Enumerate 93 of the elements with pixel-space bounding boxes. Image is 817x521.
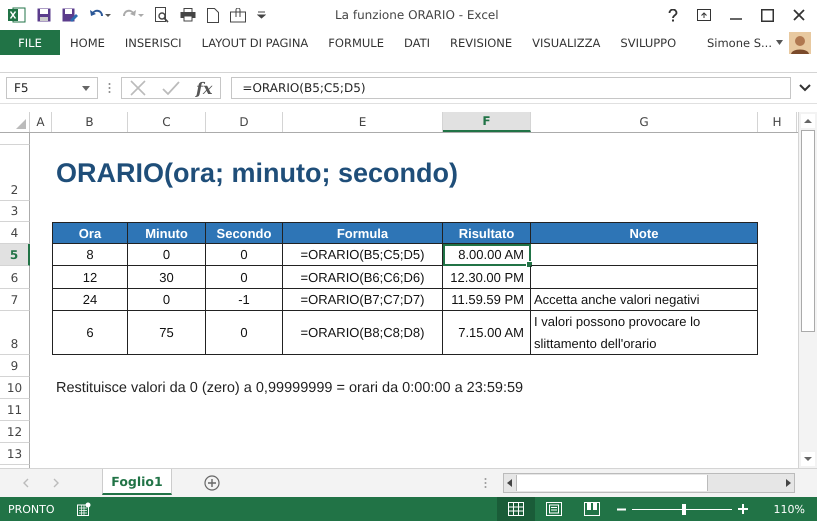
ribbon-tab[interactable]: FORMULE (318, 30, 394, 55)
more-icon (108, 82, 111, 94)
sheet-heading: ORARIO(ora; minuto; secondo) (55, 158, 458, 188)
attach-icon[interactable] (230, 8, 246, 22)
save-as-icon[interactable] (62, 8, 78, 22)
table-cell: 24 (52, 289, 128, 311)
table-header-cell: Note (531, 222, 758, 244)
table-header-cell: Ora (52, 222, 128, 244)
window-title: La funzione ORARIO - Excel (335, 8, 499, 22)
ribbon-tab[interactable]: DATI (394, 30, 440, 55)
more-icon (484, 477, 487, 489)
table-cell: I valori possono provocare lo slittamento dell'orario (531, 311, 758, 355)
normal-view-icon[interactable] (496, 497, 535, 521)
column-header[interactable]: C (128, 112, 206, 132)
table-header-cell: Minuto (128, 222, 206, 244)
maximize-icon[interactable] (761, 8, 774, 22)
table-cell: 30 (128, 266, 206, 289)
ribbon-tab[interactable]: SVILUPPO (610, 30, 686, 55)
table-cell: 0 (128, 289, 206, 311)
file-tab[interactable]: FILE (0, 30, 60, 55)
table-cell: 12 (52, 266, 128, 289)
close-icon[interactable] (793, 9, 805, 21)
table-cell: 0 (206, 266, 283, 289)
customize-dropdown-icon[interactable] (257, 11, 266, 19)
excel-logo-icon (8, 7, 26, 23)
column-header[interactable]: F (443, 112, 531, 132)
row-header[interactable]: 9 (0, 355, 30, 377)
column-header[interactable]: A (30, 112, 52, 132)
table-cell: =ORARIO(B7;C7;D7) (283, 289, 443, 311)
table-cell: Accetta anche valori negativi (531, 289, 758, 311)
column-header[interactable]: B (52, 112, 128, 132)
table-cell: 0 (206, 311, 283, 355)
insert-function-button[interactable]: fx (196, 78, 212, 98)
table-cell: 0 (206, 244, 283, 266)
ribbon-tab[interactable]: LAYOUT DI PAGINA (192, 30, 318, 55)
ribbon-tab[interactable]: VISUALIZZA (522, 30, 610, 55)
table-cell: 75 (128, 311, 206, 355)
row-header[interactable]: 6 (0, 266, 30, 289)
zoom-in-icon[interactable] (738, 504, 748, 514)
table-cell: 6 (52, 311, 128, 355)
user-name[interactable]: Simone S... (706, 36, 772, 50)
table-header-cell: Secondo (206, 222, 283, 244)
scroll-down-icon[interactable] (801, 452, 815, 466)
horizontal-scrollbar[interactable] (503, 473, 795, 493)
dropdown-caret-icon[interactable] (776, 40, 783, 45)
row-header[interactable]: 3 (0, 201, 30, 222)
ribbon-tab[interactable]: REVISIONE (440, 30, 522, 55)
zoom-level[interactable]: 110% (774, 502, 805, 516)
column-header[interactable]: H (758, 112, 797, 132)
row-header[interactable]: 8 (0, 311, 30, 355)
formula-field[interactable]: =ORARIO(B5;C5;D5) (231, 77, 791, 99)
new-document-icon[interactable] (207, 8, 219, 22)
ribbon-display-icon[interactable] (697, 9, 711, 21)
row-header[interactable]: 13 (0, 443, 30, 465)
table-header-cell: Risultato (443, 222, 531, 244)
print-preview-icon[interactable] (155, 7, 169, 23)
table-cell: 0 (128, 244, 206, 266)
expand-chevron-icon[interactable] (799, 84, 811, 92)
table-cell: -1 (206, 289, 283, 311)
column-header[interactable]: G (531, 112, 758, 132)
enter-check-icon[interactable] (162, 80, 180, 96)
table-header-cell: Formula (283, 222, 443, 244)
scroll-up-icon[interactable] (801, 114, 815, 128)
row-header[interactable]: 12 (0, 421, 30, 443)
ribbon-tab[interactable]: HOME (60, 30, 115, 55)
add-sheet-icon[interactable] (204, 475, 220, 491)
row-header[interactable]: 5 (0, 244, 30, 266)
macro-record-icon[interactable] (76, 502, 91, 516)
note-text: Restituisce valori da 0 (zero) a 0,99999999 = orari da 0:00:00 a 23:59:59 (55, 380, 524, 396)
vertical-scrollbar-thumb[interactable] (801, 130, 815, 332)
save-icon[interactable] (37, 8, 51, 22)
table-cell: =ORARIO(B8;C8;D8) (283, 311, 443, 355)
avatar[interactable] (789, 32, 811, 54)
row-header[interactable]: 7 (0, 289, 30, 311)
table-cell: =ORARIO(B6;C6;D6) (283, 266, 443, 289)
table-cell: 11.59.59 PM (443, 289, 531, 311)
printer-icon[interactable] (180, 8, 196, 22)
table-cell: =ORARIO(B5;C5;D5) (283, 244, 443, 266)
row-header[interactable]: 10 (0, 377, 30, 399)
ribbon-tab[interactable]: INSERISCI (114, 30, 192, 55)
column-header[interactable]: D (206, 112, 283, 132)
horizontal-scrollbar-thumb[interactable] (516, 475, 708, 491)
row-header[interactable]: 11 (0, 399, 30, 421)
table-cell: 12.30.00 PM (443, 266, 531, 289)
table-cell: 8.00.00 AM (443, 244, 531, 266)
row-header[interactable]: 2 (0, 145, 30, 201)
sheet-tab[interactable]: Foglio1 (102, 469, 172, 495)
name-box[interactable]: F5 (6, 77, 98, 99)
table-cell: 7.15.00 AM (443, 311, 531, 355)
help-icon[interactable] (668, 8, 678, 22)
zoom-slider-thumb[interactable] (682, 504, 686, 514)
table-cell: 8 (52, 244, 128, 266)
status-text: PRONTO (8, 502, 55, 516)
